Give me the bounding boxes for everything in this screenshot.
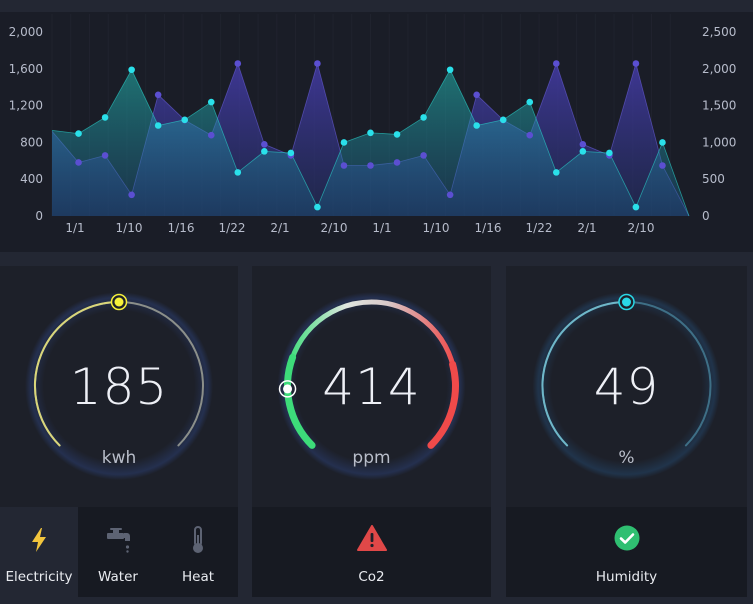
- data-point: [367, 129, 374, 137]
- data-point: [340, 139, 348, 146]
- data-point: [340, 162, 348, 169]
- utility-tabs: Electricity Water Heat: [0, 507, 238, 597]
- x-tick: 1/10: [423, 221, 450, 235]
- tab-heat-label: Heat: [181, 569, 215, 585]
- data-point: [314, 203, 321, 211]
- thermometer-icon: [183, 525, 213, 555]
- data-point: [632, 60, 640, 67]
- data-point: [526, 131, 534, 139]
- data-point: [632, 203, 640, 211]
- data-point: [75, 159, 82, 166]
- y-right-tick: 1,500: [702, 99, 736, 113]
- data-point: [659, 162, 666, 169]
- y-right-tick: 0: [702, 209, 710, 223]
- data-point: [261, 148, 268, 155]
- data-point: [207, 131, 215, 139]
- data-point: [526, 98, 534, 106]
- x-tick: 1/10: [116, 221, 143, 235]
- data-point: [154, 122, 162, 129]
- faucet-icon: [103, 525, 133, 555]
- data-point: [420, 114, 427, 121]
- data-point: [606, 149, 613, 157]
- data-point: [75, 130, 82, 137]
- data-point: [446, 66, 454, 74]
- data-point: [287, 149, 295, 157]
- data-point: [154, 91, 162, 99]
- y-left-tick: 800: [20, 135, 43, 149]
- data-point: [367, 162, 374, 169]
- y-left-tick: 1,600: [9, 62, 43, 76]
- x-tick: 2/10: [628, 221, 655, 235]
- electricity-card: 185 kwh Electricity Water Heat: [0, 266, 238, 597]
- data-point: [499, 116, 507, 124]
- humidity-status-label: Humidity: [595, 569, 658, 585]
- tab-water-label: Water: [98, 569, 138, 585]
- data-point: [181, 116, 189, 124]
- x-tick: 1/22: [219, 221, 246, 235]
- x-tick: 1/22: [526, 221, 553, 235]
- warning-icon: [356, 525, 387, 555]
- y-right-tick: 500: [702, 172, 725, 186]
- co2-unit: ppm: [352, 448, 391, 468]
- x-tick: 2/1: [577, 221, 596, 235]
- consumption-chart: 2,000 1,600 1,200 800 400 0 2,500 2,000 1,500 1,0…: [0, 12, 753, 252]
- data-point: [128, 191, 135, 199]
- x-tick: 1/16: [475, 221, 502, 235]
- tab-water[interactable]: Water: [78, 507, 158, 597]
- tab-electricity[interactable]: Electricity: [0, 507, 78, 597]
- data-point: [393, 131, 401, 138]
- humidity-unit: %: [618, 448, 635, 468]
- co2-status: Co2: [252, 507, 491, 597]
- data-point: [552, 60, 560, 67]
- y-left-tick: 400: [20, 172, 43, 186]
- data-point: [659, 139, 666, 146]
- data-point: [101, 114, 109, 121]
- data-point: [261, 140, 268, 148]
- y-left-tick: 2,000: [9, 25, 43, 39]
- gauge-knob: [114, 297, 124, 307]
- x-tick: 1/1: [65, 221, 84, 235]
- tab-heat[interactable]: Heat: [158, 507, 238, 597]
- data-point: [420, 152, 427, 159]
- area-chart: 2,000 1,600 1,200 800 400 0 2,500 2,000 1,500 1,0…: [9, 14, 736, 235]
- electricity-unit: kwh: [101, 448, 137, 468]
- data-point: [579, 140, 587, 148]
- y-left-tick: 1,200: [9, 99, 43, 113]
- electricity-value: 185: [69, 358, 169, 416]
- y-left-tick: 0: [35, 209, 43, 223]
- data-point: [128, 66, 135, 74]
- data-point: [101, 152, 109, 159]
- gauge-knob: [622, 297, 631, 307]
- data-point: [473, 91, 480, 99]
- y-right-tick: 1,000: [702, 135, 736, 149]
- data-point: [393, 159, 401, 166]
- y-right-tick: 2,000: [702, 62, 736, 76]
- x-tick: 2/10: [321, 221, 348, 235]
- data-point: [579, 148, 587, 155]
- data-point: [314, 60, 321, 67]
- x-tick: 1/1: [372, 221, 391, 235]
- data-point: [473, 122, 480, 129]
- tab-electricity-label: Electricity: [5, 569, 73, 585]
- co2-value: 414: [322, 358, 421, 416]
- data-point: [552, 169, 560, 176]
- y-right-tick: 2,500: [702, 25, 736, 39]
- humidity-value: 49: [593, 358, 660, 416]
- data-point: [234, 169, 242, 176]
- check-circle-icon: [614, 525, 640, 555]
- data-point: [207, 98, 215, 106]
- x-tick: 2/1: [270, 221, 289, 235]
- co2-card: 414 ppm Co2: [252, 266, 491, 597]
- humidity-card: 49 % Humidity: [506, 266, 747, 597]
- co2-status-label: Co2: [358, 569, 385, 585]
- lightning-icon: [24, 525, 54, 555]
- data-point: [446, 191, 454, 199]
- data-point: [234, 60, 242, 67]
- humidity-status: Humidity: [506, 507, 747, 597]
- x-tick: 1/16: [168, 221, 195, 235]
